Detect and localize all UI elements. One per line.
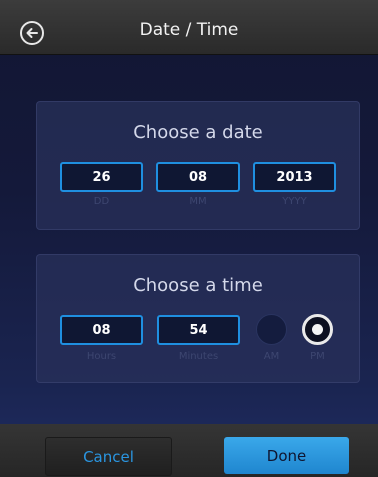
day-label: DD xyxy=(93,196,110,207)
year-label: YYYY xyxy=(282,196,307,207)
date-card: Choose a date 26 08 2013 DD MM YYYY xyxy=(36,101,360,230)
month-label: MM xyxy=(189,196,207,207)
time-card-title: Choose a time xyxy=(133,275,263,296)
pm-radio[interactable] xyxy=(302,314,333,345)
date-card-title: Choose a date xyxy=(133,122,263,143)
hours-field[interactable]: 08 xyxy=(60,315,143,345)
year-field[interactable]: 2013 xyxy=(253,162,336,192)
cancel-button[interactable]: Cancel xyxy=(45,437,172,476)
minutes-label: Minutes xyxy=(178,351,219,362)
am-label: AM xyxy=(263,351,280,362)
done-button[interactable]: Done xyxy=(224,437,349,474)
pm-radio-selected-dot xyxy=(312,324,323,335)
hours-label: Hours xyxy=(86,351,117,362)
header-bar: Date / Time xyxy=(0,0,378,54)
time-card: Choose a time 08 54 Hours Minutes AM PM xyxy=(36,254,360,383)
date-time-screen: Date / Time Choose a date 26 08 2013 DD … xyxy=(0,0,378,477)
month-field[interactable]: 08 xyxy=(156,162,240,192)
pm-label: PM xyxy=(310,351,325,362)
am-radio[interactable] xyxy=(256,314,287,345)
page-title: Date / Time xyxy=(139,20,239,40)
day-field[interactable]: 26 xyxy=(60,162,143,192)
minutes-field[interactable]: 54 xyxy=(157,315,240,345)
bottom-action-bar: Cancel Done xyxy=(0,424,378,477)
